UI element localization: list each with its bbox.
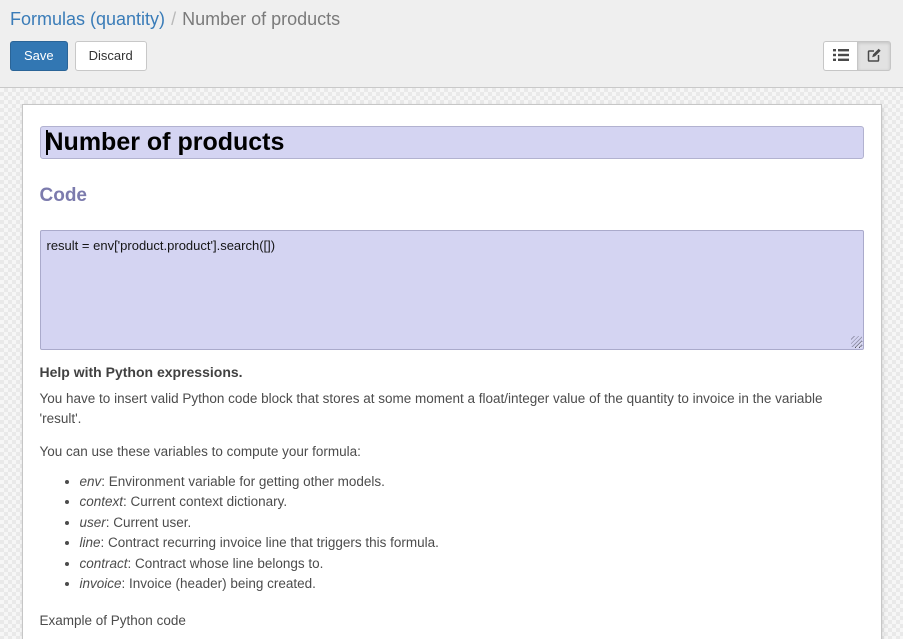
code-textarea[interactable]: result = env['product.product'].search([… [40,230,864,350]
help-section: Help with Python expressions. You have t… [40,362,864,639]
form-view-button[interactable] [857,41,891,71]
breadcrumb: Formulas (quantity)/Number of products [10,0,893,30]
variable-name: user [80,515,106,530]
discard-button[interactable]: Discard [75,41,147,71]
list-item: context: Current context dictionary. [80,492,864,513]
code-section-heading: Code [40,185,864,207]
title-input[interactable] [40,126,864,159]
list-item: invoice: Invoice (header) being created. [80,574,864,595]
variable-name: env [80,474,102,489]
variable-name: invoice [80,576,122,591]
variables-intro: You can use these variables to compute y… [40,442,864,462]
pencil-square-icon [866,47,882,66]
list-item: env: Environment variable for getting ot… [80,472,864,493]
list-view-button[interactable] [823,41,857,71]
variable-name: contract [80,556,128,571]
variable-description: : Current context dictionary. [123,494,287,509]
save-button[interactable]: Save [10,41,68,71]
breadcrumb-current: Number of products [182,9,340,29]
form-sheet: Code result = env['product.product'].sea… [22,104,882,639]
example-label: Example of Python code [40,611,864,631]
view-switcher [823,41,891,71]
variable-name: line [80,535,101,550]
help-heading: Help with Python expressions. [40,362,864,382]
text-caret [46,130,48,155]
list-item: line: Contract recurring invoice line th… [80,533,864,554]
variable-description: : Contract whose line belongs to. [128,556,324,571]
help-intro: You have to insert valid Python code blo… [40,389,864,428]
list-item: user: Current user. [80,513,864,534]
variable-name: context [80,494,124,509]
toolbar: Save Discard [10,41,893,71]
variable-description: : Invoice (header) being created. [122,576,316,591]
form-view-background: Code result = env['product.product'].sea… [0,88,903,639]
variables-list: env: Environment variable for getting ot… [40,472,864,595]
breadcrumb-link-formulas[interactable]: Formulas (quantity) [10,9,165,29]
title-field-wrap [40,126,864,159]
variable-description: : Environment variable for getting other… [101,474,385,489]
list-icon [833,48,849,65]
variable-description: : Contract recurring invoice line that t… [101,535,439,550]
list-item: contract: Contract whose line belongs to… [80,554,864,575]
variable-description: : Current user. [106,515,192,530]
breadcrumb-separator: / [165,9,182,29]
code-field-wrap: result = env['product.product'].search([… [40,230,864,350]
control-panel: Formulas (quantity)/Number of products S… [0,0,903,88]
